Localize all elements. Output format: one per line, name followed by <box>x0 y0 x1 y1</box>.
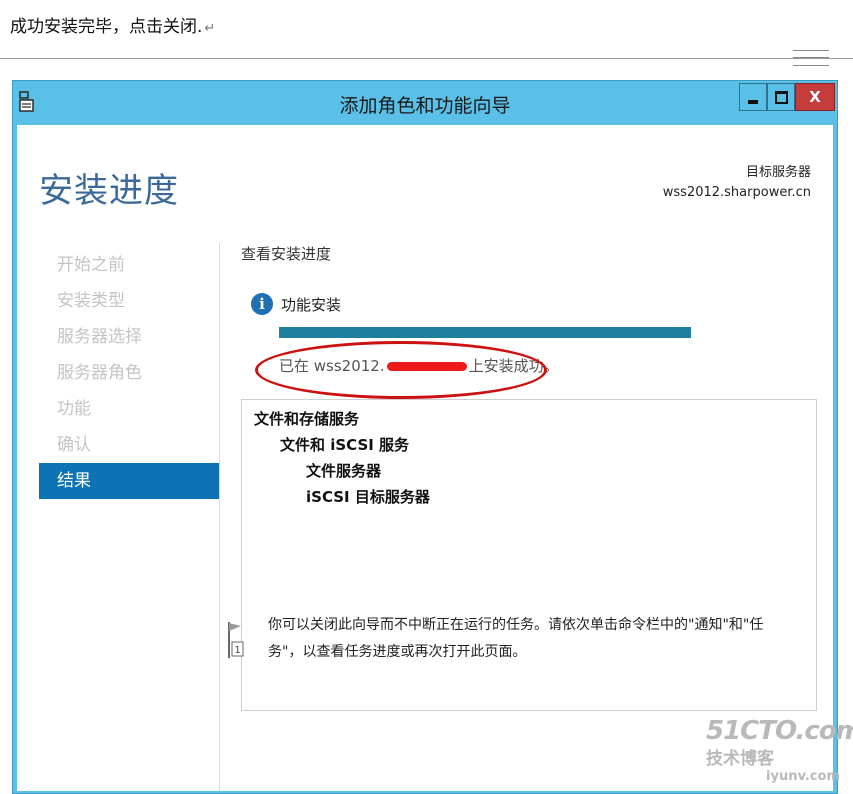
wizard-steps-nav: 开始之前 安装类型 服务器选择 服务器角色 功能 确认 结果 <box>39 247 219 499</box>
title-bar[interactable]: 添加角色和功能向导 X <box>13 81 837 125</box>
footer-text: 你可以关闭此向导而不中断正在运行的任务。请依次单击命令栏中的"通知"和"任务"，… <box>268 617 764 660</box>
maximize-button[interactable] <box>767 83 795 111</box>
flag-icon: 1 <box>228 622 244 658</box>
install-progress-fill <box>279 327 691 338</box>
maximize-icon <box>774 90 788 104</box>
window-title: 添加角色和功能向导 <box>339 95 511 117</box>
caption-text: 成功安装完毕，点击关闭. <box>10 17 203 37</box>
result-item: 文件服务器 <box>306 462 382 480</box>
watermark: 51CTO.com 技术博客 iyunv.com <box>706 716 853 794</box>
flag-number: 1 <box>234 645 240 656</box>
wizard-window: 添加角色和功能向导 X 安装进度 目标服务器 wss2012.sharpower… <box>12 80 838 794</box>
nav-item-confirmation[interactable]: 确认 <box>39 427 219 463</box>
target-server-info: 目标服务器 wss2012.sharpower.cn <box>663 163 811 203</box>
watermark-subtitle: 技术博客 <box>706 749 774 769</box>
minimize-button[interactable] <box>739 83 767 111</box>
target-server-name: wss2012.sharpower.cn <box>662 185 811 200</box>
nav-item-server-roles[interactable]: 服务器角色 <box>39 355 219 391</box>
watermark-brand: 51CTO.com <box>706 716 853 746</box>
document-caption: 成功安装完毕，点击关闭. ↵ <box>10 12 215 37</box>
watermark-site: iyunv.com <box>766 769 840 784</box>
minimize-icon <box>748 100 758 104</box>
nav-item-features[interactable]: 功能 <box>39 391 219 427</box>
install-progress-bar <box>279 327 691 338</box>
result-item: iSCSI 目标服务器 <box>306 488 430 506</box>
wizard-content: 安装进度 目标服务器 wss2012.sharpower.cn 开始之前 安装类… <box>17 125 833 791</box>
info-icon: i <box>251 293 273 315</box>
nav-item-server-selection[interactable]: 服务器选择 <box>39 319 219 355</box>
nav-item-results[interactable]: 结果 <box>39 463 219 499</box>
section-label: 查看安装进度 <box>241 245 332 263</box>
nav-item-installation-type[interactable]: 安装类型 <box>39 283 219 319</box>
page-title: 安装进度 <box>39 171 179 211</box>
main-panel: 查看安装进度 i 功能安装 已在 wss2012. 上安装成功。 文件和存储服务 … <box>241 243 821 711</box>
result-item: 文件和 iSCSI 服务 <box>280 436 410 454</box>
document-anchor-mark <box>793 50 829 66</box>
document-divider <box>0 58 853 59</box>
close-icon: X <box>809 88 821 106</box>
result-item: 文件和存储服务 <box>254 410 360 428</box>
target-server-label: 目标服务器 <box>745 165 811 180</box>
feature-install-label: 功能安装 <box>281 295 342 314</box>
annotation-oval <box>255 341 547 399</box>
nav-item-before-you-begin[interactable]: 开始之前 <box>39 247 219 283</box>
nav-divider <box>219 243 220 791</box>
close-button[interactable]: X <box>795 83 835 111</box>
pilcrow-mark: ↵ <box>204 21 216 36</box>
feature-install-row: i 功能安装 <box>251 293 341 315</box>
